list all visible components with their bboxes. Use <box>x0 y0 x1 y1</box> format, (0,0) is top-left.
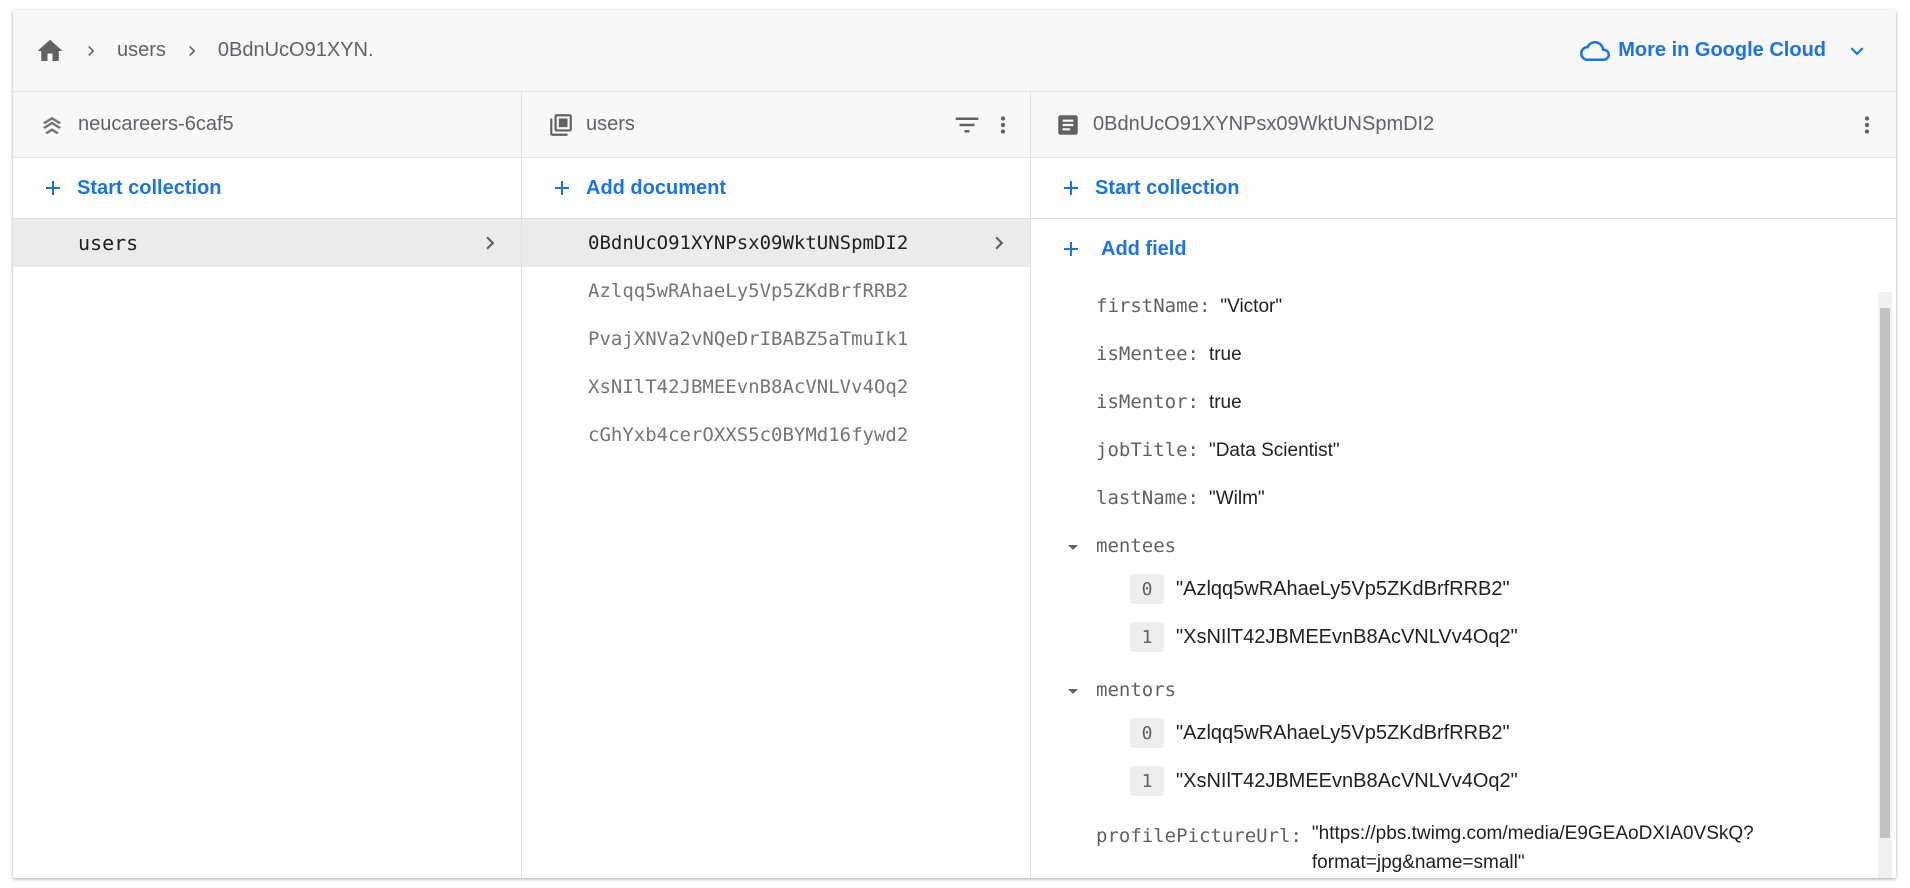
document-column: 0BdnUcO91XYNPsx09WktUNSpmDI2 Start colle… <box>1031 92 1896 878</box>
field-key: mentors <box>1096 679 1177 701</box>
database-icon <box>38 111 66 139</box>
field-jobTitle[interactable]: jobTitle: "Data Scientist" <box>1096 439 1340 462</box>
array-index: 1 <box>1130 766 1164 796</box>
array-index: 0 <box>1130 718 1164 748</box>
array-index: 1 <box>1130 622 1164 652</box>
add-field-button[interactable]: Add field <box>1031 219 1896 279</box>
arrow-drop-down-icon[interactable] <box>1061 679 1085 708</box>
array-value: "Azlqq5wRAhaeLy5Vp5ZKdBrfRRB2" <box>1176 577 1510 600</box>
document-title: 0BdnUcO91XYNPsx09WktUNSpmDI2 <box>1093 113 1435 135</box>
add-document-label: Add document <box>586 176 726 199</box>
document-item[interactable]: cGhYxb4cerOXXS5c0BYMd16fywd2 <box>522 411 1030 459</box>
field-profilePictureUrl[interactable]: profilePictureUrl: "https://pbs.twimg.co… <box>1096 823 1754 877</box>
more-vert-icon[interactable] <box>990 112 1016 138</box>
document-item[interactable]: 0BdnUcO91XYNPsx09WktUNSpmDI2 <box>522 219 1030 267</box>
start-collection-button[interactable]: Start collection <box>13 158 521 219</box>
plus-icon <box>550 176 574 200</box>
document-item[interactable]: XsNIlT42JBMEEvnB8AcVNLVv4Oq2 <box>522 363 1030 411</box>
arrow-drop-down-icon[interactable] <box>1061 535 1085 564</box>
field-value: "Wilm" <box>1208 488 1265 509</box>
document-icon <box>1055 112 1081 138</box>
array-item[interactable]: 0 "Azlqq5wRAhaeLy5Vp5ZKdBrfRRB2" <box>1130 574 1510 604</box>
array-value: "XsNIlT42JBMEEvnB8AcVNLVv4Oq2" <box>1176 625 1518 648</box>
chevron-right-icon <box>182 41 202 61</box>
array-value: "XsNIlT42JBMEEvnB8AcVNLVv4Oq2" <box>1176 769 1518 792</box>
collection-column-header: users <box>522 92 1030 158</box>
field-mentees[interactable]: mentees <box>1096 535 1176 557</box>
add-field-label: Add field <box>1101 237 1187 260</box>
document-item[interactable]: PvajXNVa2vNQeDrIBABZ5aTmuIk1 <box>522 315 1030 363</box>
field-value: true <box>1208 344 1242 365</box>
array-value: "Azlqq5wRAhaeLy5Vp5ZKdBrfRRB2" <box>1176 721 1510 744</box>
document-item-label: 0BdnUcO91XYNPsx09WktUNSpmDI2 <box>588 232 909 254</box>
field-value: "Victor" <box>1220 296 1283 317</box>
plus-icon <box>1059 176 1083 200</box>
collection-column: users Add document 0BdnUcO91XYNPsx09WktU… <box>522 92 1031 878</box>
field-key: lastName: <box>1096 487 1199 509</box>
chevron-right-icon <box>986 230 1012 256</box>
scrollbar-thumb[interactable] <box>1880 308 1890 838</box>
start-collection-label: Start collection <box>1095 176 1240 199</box>
scrollbar[interactable] <box>1878 292 1892 878</box>
plus-icon <box>1059 237 1083 261</box>
plus-icon <box>41 176 65 200</box>
start-collection-button[interactable]: Start collection <box>1031 158 1896 219</box>
document-item[interactable]: Azlqq5wRAhaeLy5Vp5ZKdBrfRRB2 <box>522 267 1030 315</box>
add-document-button[interactable]: Add document <box>522 158 1030 219</box>
url-line-2: format=jpg&name=small" <box>1311 852 1525 873</box>
field-value: "https://pbs.twimg.com/media/E9GEAoDXIA0… <box>1312 819 1754 877</box>
url-line-1: "https://pbs.twimg.com/media/E9GEAoDXIA0… <box>1311 823 1754 844</box>
array-item[interactable]: 0 "Azlqq5wRAhaeLy5Vp5ZKdBrfRRB2" <box>1130 718 1510 748</box>
field-key: jobTitle: <box>1096 439 1199 461</box>
field-key: isMentee: <box>1096 343 1199 365</box>
field-key: profilePictureUrl: <box>1096 825 1302 847</box>
firestore-panel: users 0BdnUcO91XYN. More in Google Cloud… <box>13 10 1896 878</box>
filter-icon[interactable] <box>952 110 982 140</box>
collection-icon <box>548 112 574 138</box>
array-index: 0 <box>1130 574 1164 604</box>
field-value: "Data Scientist" <box>1208 440 1340 461</box>
field-firstName[interactable]: firstName: "Victor" <box>1096 295 1282 318</box>
collection-item-label: users <box>78 231 139 255</box>
field-lastName[interactable]: lastName: "Wilm" <box>1096 487 1265 510</box>
field-value: true <box>1208 392 1242 413</box>
array-item[interactable]: 1 "XsNIlT42JBMEEvnB8AcVNLVv4Oq2" <box>1130 622 1518 652</box>
breadcrumb: users 0BdnUcO91XYN. More in Google Cloud <box>13 10 1896 92</box>
array-item[interactable]: 1 "XsNIlT42JBMEEvnB8AcVNLVv4Oq2" <box>1130 766 1518 796</box>
field-mentors[interactable]: mentors <box>1096 679 1176 701</box>
breadcrumb-users[interactable]: users <box>117 39 166 62</box>
cloud-link-label: More in Google Cloud <box>1618 39 1826 61</box>
more-vert-icon[interactable] <box>1854 112 1880 138</box>
field-key: mentees <box>1096 535 1177 557</box>
collection-title: users <box>586 113 635 135</box>
home-icon[interactable] <box>35 36 65 66</box>
chevron-right-icon <box>477 230 503 256</box>
more-in-google-cloud-button[interactable]: More in Google Cloud <box>1580 10 1870 91</box>
collection-item-users[interactable]: users <box>13 219 521 267</box>
field-isMentee[interactable]: isMentee: true <box>1096 343 1242 366</box>
field-key: firstName: <box>1096 295 1211 317</box>
chevron-down-icon <box>1844 38 1870 64</box>
breadcrumb-document[interactable]: 0BdnUcO91XYN. <box>218 39 374 62</box>
project-title: neucareers-6caf5 <box>78 113 234 135</box>
start-collection-label: Start collection <box>77 176 222 199</box>
field-key: isMentor: <box>1096 391 1199 413</box>
document-column-header: 0BdnUcO91XYNPsx09WktUNSpmDI2 <box>1031 92 1896 158</box>
root-column-header: neucareers-6caf5 <box>13 92 521 158</box>
cloud-icon <box>1580 36 1611 66</box>
field-isMentor[interactable]: isMentor: true <box>1096 391 1242 414</box>
chevron-right-icon <box>81 41 101 61</box>
root-column: neucareers-6caf5 Start collection users <box>13 92 522 878</box>
